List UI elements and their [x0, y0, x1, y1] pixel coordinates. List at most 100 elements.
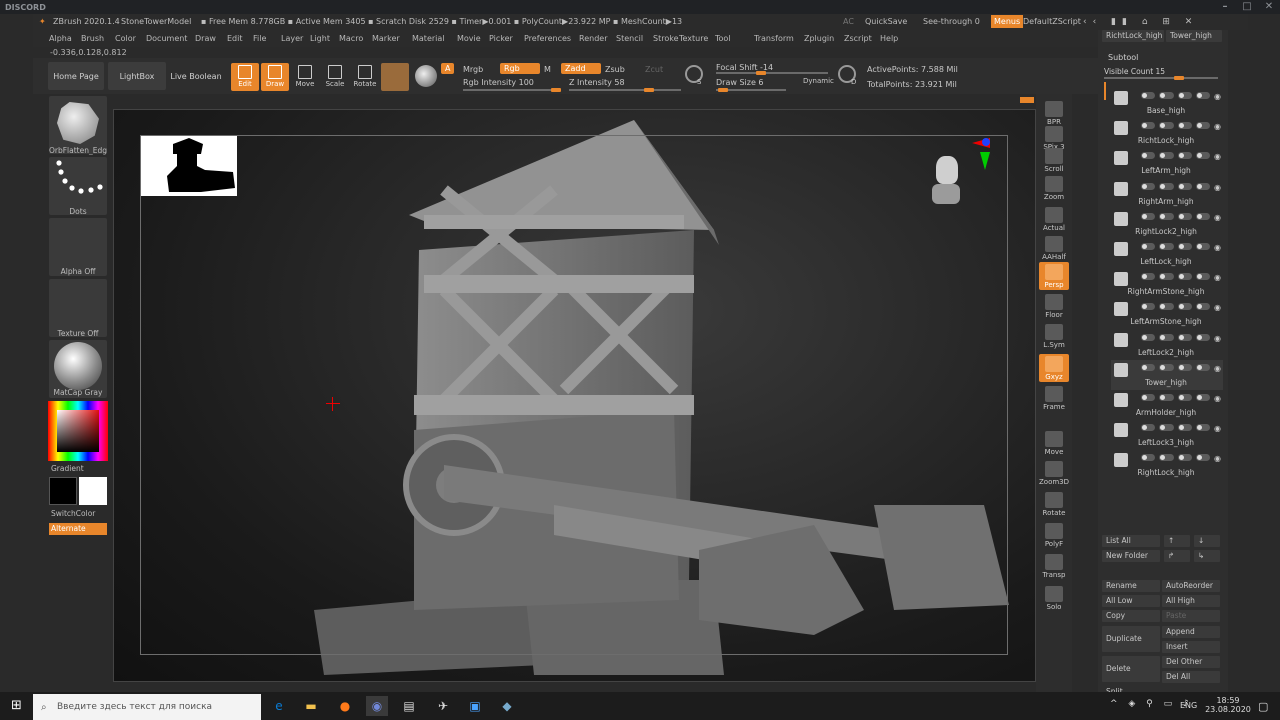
subtool-toggles[interactable]: ◉ — [1141, 212, 1221, 222]
all-high-button[interactable]: All High — [1162, 595, 1220, 607]
rgb-intensity-track[interactable] — [463, 88, 561, 92]
alpha-a-toggle[interactable]: A — [441, 63, 455, 74]
minimize-icon[interactable]: – — [1214, 0, 1236, 14]
subtool-toggles[interactable]: ◉ — [1141, 333, 1221, 343]
menu-preferences[interactable]: Preferences — [524, 34, 571, 43]
color-picker[interactable] — [48, 401, 108, 461]
eye-icon[interactable]: ◉ — [1214, 424, 1221, 433]
navigator-thumbnail[interactable] — [141, 136, 237, 196]
subtool-item[interactable]: ◉ LeftLock_high — [1111, 239, 1223, 269]
nav-bpr-button[interactable]: BPR — [1039, 99, 1069, 127]
subtool-toggles[interactable]: ◉ — [1141, 303, 1221, 312]
ac-label[interactable]: AC — [843, 17, 854, 26]
notepad-icon[interactable]: ▤ — [398, 696, 420, 716]
stroke-preview-icon[interactable] — [415, 65, 437, 87]
subtool-toggles[interactable]: ◉ — [1141, 363, 1221, 373]
menu-picker[interactable]: Picker — [489, 34, 513, 43]
right-scroll-gutter[interactable] — [1228, 30, 1242, 692]
rgb-intensity-slider[interactable]: Rgb Intensity 100 — [463, 78, 534, 87]
subtool-item[interactable]: ◉ Base_high — [1111, 88, 1223, 118]
subtool-toggles[interactable]: ◉ — [1141, 243, 1221, 252]
shelf-resize-handle[interactable] — [1020, 97, 1034, 103]
edit-mode-button[interactable]: Edit — [231, 63, 259, 91]
subtool-item[interactable]: ◉ ArmHolder_high — [1111, 390, 1223, 420]
color-picker-square[interactable] — [57, 410, 99, 452]
alternate-button[interactable]: Alternate — [49, 523, 107, 535]
firefox-icon[interactable]: ● — [334, 696, 356, 716]
see-through-slider[interactable]: See-through 0 — [923, 17, 980, 26]
windows-start-icon[interactable]: ⊞ — [0, 692, 33, 720]
subtool-item[interactable]: ◉ RichtLock_high — [1111, 118, 1223, 148]
subtool-toggles[interactable]: ◉ — [1141, 424, 1221, 433]
eye-icon[interactable]: ◉ — [1214, 454, 1221, 463]
copy-button[interactable]: Copy — [1102, 610, 1160, 622]
autoreorder-button[interactable]: AutoReorder — [1162, 580, 1220, 592]
del-other-button[interactable]: Del Other — [1162, 656, 1220, 668]
subtool-item[interactable]: ◉ RightArmStone_high — [1111, 269, 1223, 299]
duplicate-button[interactable]: Duplicate — [1102, 626, 1160, 652]
nav-aahalf-button[interactable]: AAHalf — [1039, 234, 1069, 262]
nav-actual-button[interactable]: Actual — [1039, 205, 1069, 233]
menu-light[interactable]: Light — [310, 34, 330, 43]
subtool-toggles[interactable]: ◉ — [1141, 182, 1221, 192]
nav-floor-button[interactable]: Floor — [1039, 292, 1069, 320]
visible-count-track[interactable] — [1104, 76, 1218, 80]
menu-marker[interactable]: Marker — [372, 34, 400, 43]
media-icon[interactable]: ◆ — [496, 696, 518, 716]
secondary-color-swatch[interactable] — [79, 477, 107, 505]
menu-alpha[interactable]: Alpha — [49, 34, 72, 43]
scale-mode-button[interactable]: Scale — [321, 63, 349, 91]
move-folder-down-icon[interactable]: ↳ — [1194, 550, 1220, 562]
nav-gxyz-button[interactable]: Gxyz — [1039, 354, 1069, 382]
draw-mode-button[interactable]: Draw — [261, 63, 289, 91]
quicksave-button[interactable]: QuickSave — [865, 17, 907, 26]
subtool-toggles[interactable]: ◉ — [1141, 152, 1221, 161]
switchcolor-button[interactable]: SwitchColor — [51, 509, 109, 518]
live-boolean-button[interactable]: Live Boolean — [169, 62, 223, 90]
nav-l-sym-button[interactable]: L.Sym — [1039, 322, 1069, 350]
eye-icon[interactable]: ◉ — [1214, 364, 1221, 373]
dynamic-toggle[interactable]: Dynamic — [803, 77, 834, 85]
menu-layer[interactable]: Layer — [281, 34, 303, 43]
rename-button[interactable]: Rename — [1102, 580, 1160, 592]
z-intensity-track[interactable] — [569, 88, 681, 92]
eye-icon[interactable]: ◉ — [1214, 273, 1221, 282]
focal-shift-track[interactable] — [716, 71, 828, 75]
menu-zplugin[interactable]: Zplugin — [804, 34, 834, 43]
nav-zoom3d-button[interactable]: Zoom3D — [1039, 459, 1069, 487]
discord-icon[interactable]: ◉ — [366, 696, 388, 716]
eye-icon[interactable]: ◉ — [1214, 243, 1221, 252]
nav-scroll-button[interactable]: Scroll — [1039, 146, 1069, 174]
move-folder-up-icon[interactable]: ↱ — [1164, 550, 1190, 562]
eye-icon[interactable]: ◉ — [1214, 122, 1221, 131]
home-page-button[interactable]: Home Page — [48, 62, 104, 90]
eye-icon[interactable]: ◉ — [1214, 92, 1221, 101]
zsub-toggle[interactable]: Zsub — [605, 65, 625, 74]
eye-icon[interactable]: ◉ — [1214, 183, 1221, 192]
menu-transform[interactable]: Transform — [754, 34, 794, 43]
menu-movie[interactable]: Movie — [457, 34, 481, 43]
new-folder-button[interactable]: New Folder — [1102, 550, 1160, 562]
menu-draw[interactable]: Draw — [195, 34, 216, 43]
rgb-toggle[interactable]: Rgb — [500, 63, 540, 74]
subtool-item[interactable]: ◉ RightLock2_high — [1111, 209, 1223, 239]
nav-zoom-button[interactable]: Zoom — [1039, 174, 1069, 202]
draw-size-slider[interactable]: Draw Size 6 — [716, 78, 764, 87]
default-zscript-button[interactable]: DefaultZScript — [1023, 17, 1081, 26]
m-toggle[interactable]: M — [544, 65, 551, 74]
append-button[interactable]: Append — [1162, 626, 1220, 638]
eye-icon[interactable]: ◉ — [1214, 152, 1221, 161]
menu-document[interactable]: Document — [146, 34, 187, 43]
notifications-icon[interactable]: ▢ — [1258, 700, 1268, 713]
menus-button[interactable]: Menus — [991, 15, 1024, 28]
app-icon[interactable]: ✈ — [432, 696, 454, 716]
eye-icon[interactable]: ◉ — [1214, 213, 1221, 222]
subtool-item[interactable]: ◉ LeftArmStone_high — [1111, 299, 1223, 329]
eye-icon[interactable]: ◉ — [1214, 394, 1221, 403]
main-color-swatch[interactable] — [49, 477, 77, 505]
nav-polyf-button[interactable]: PolyF — [1039, 521, 1069, 549]
language-indicator[interactable]: ENG — [1180, 701, 1197, 710]
nav-frame-button[interactable]: Frame — [1039, 384, 1069, 412]
subtool-item[interactable]: ◉ LeftLock2_high — [1111, 330, 1223, 360]
list-all-button[interactable]: List All — [1102, 535, 1160, 547]
